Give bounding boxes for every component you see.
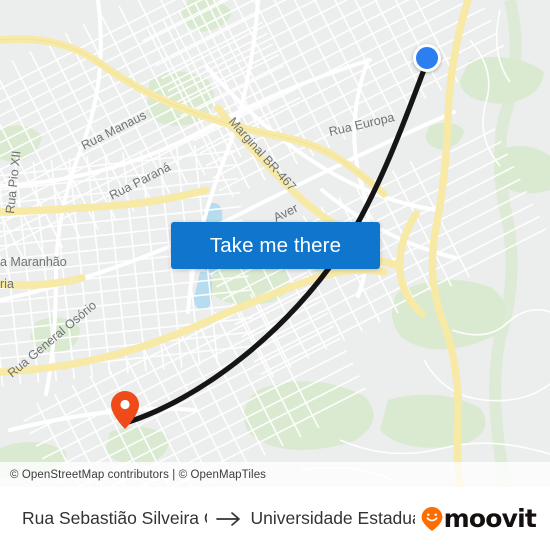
street-label-ria: ria (0, 277, 14, 291)
moovit-wordmark: moovit (443, 504, 537, 533)
origin-marker-icon[interactable] (413, 44, 441, 72)
take-me-there-button[interactable]: Take me there (171, 222, 380, 269)
moovit-pin-icon (421, 506, 442, 531)
map-attribution-bar: © OpenStreetMap contributors | © OpenMap… (0, 462, 550, 487)
route-summary: Rua Sebastião Silveira C/ ... Universida… (22, 508, 415, 529)
map-attribution-text: © OpenStreetMap contributors | © OpenMap… (10, 468, 267, 481)
moovit-route-card: Rua Manaus Rua Paraná Rua Pio XII a Mara… (0, 0, 550, 550)
route-footer: Rua Sebastião Silveira C/ ... Universida… (0, 487, 550, 550)
street-label-maranhao: a Maranhão (0, 255, 67, 269)
moovit-logo[interactable]: moovit (421, 504, 537, 533)
arrow-right-icon (215, 511, 240, 526)
route-origin-label: Rua Sebastião Silveira C/ ... (22, 508, 207, 528)
destination-marker-icon[interactable] (110, 390, 140, 430)
route-destination-label: Universidade Estadual ... (250, 508, 415, 528)
map-canvas[interactable]: Rua Manaus Rua Paraná Rua Pio XII a Mara… (0, 0, 550, 487)
